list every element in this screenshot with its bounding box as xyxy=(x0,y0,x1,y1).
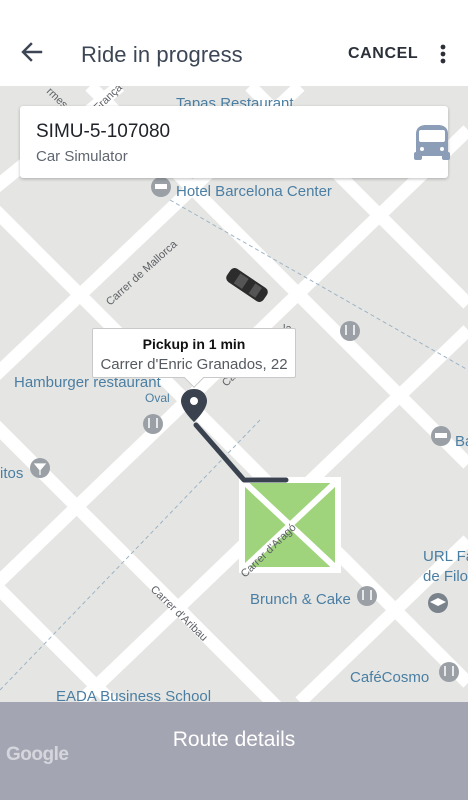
pickup-eta: Pickup in 1 min xyxy=(142,336,246,352)
hotel-poi-icon xyxy=(431,426,451,446)
bar-poi-icon xyxy=(30,458,50,478)
vehicle-type: Car Simulator xyxy=(36,148,128,165)
place-label: EADA Business School xyxy=(56,688,211,702)
restaurant-poi-icon xyxy=(143,414,163,434)
vehicle-card[interactable]: SIMU-5-107080 Car Simulator xyxy=(20,106,450,178)
more-vert-icon xyxy=(440,44,446,64)
place-label: itos xyxy=(0,465,23,482)
pickup-info-bubble[interactable]: Pickup in 1 min Carrer d'Enric Granados,… xyxy=(92,328,296,388)
place-label: Oval xyxy=(145,391,170,405)
back-button[interactable] xyxy=(14,34,50,70)
vehicle-marker-icon xyxy=(226,268,268,302)
car-icon xyxy=(410,122,454,167)
more-options-button[interactable] xyxy=(432,40,454,68)
vehicle-plate: SIMU-5-107080 xyxy=(36,121,171,142)
restaurant-poi-icon xyxy=(340,321,360,341)
place-label: URL Fa xyxy=(423,548,468,565)
place-label: Brunch & Cake xyxy=(250,591,351,608)
cancel-button[interactable]: CANCEL xyxy=(348,45,418,63)
cafe-poi-icon xyxy=(439,662,459,682)
place-label: CaféCosmo xyxy=(350,669,429,686)
route-details-button[interactable]: Route details xyxy=(0,702,468,800)
place-label: Hotel Barcelona Center xyxy=(176,183,332,200)
place-label: Ba xyxy=(455,433,468,450)
route-details-label: Route details xyxy=(172,728,296,751)
arrow-left-icon xyxy=(21,42,43,62)
road-network xyxy=(0,86,468,702)
cafe-poi-icon xyxy=(357,586,377,606)
school-poi-icon xyxy=(428,593,448,613)
hotel-poi-icon xyxy=(151,177,171,197)
app-bar: Ride in progress CANCEL xyxy=(0,0,468,86)
map-view[interactable]: Carrer de Mallorca Carrer d'Aragó Carrer… xyxy=(0,86,468,702)
place-label: de Filo xyxy=(423,568,468,585)
map-canvas: Carrer de Mallorca Carrer d'Aragó Carrer… xyxy=(0,86,468,702)
street-label: Carrer de Mallorca xyxy=(104,238,180,308)
google-watermark: Google xyxy=(6,744,69,765)
page-title: Ride in progress xyxy=(81,42,243,67)
